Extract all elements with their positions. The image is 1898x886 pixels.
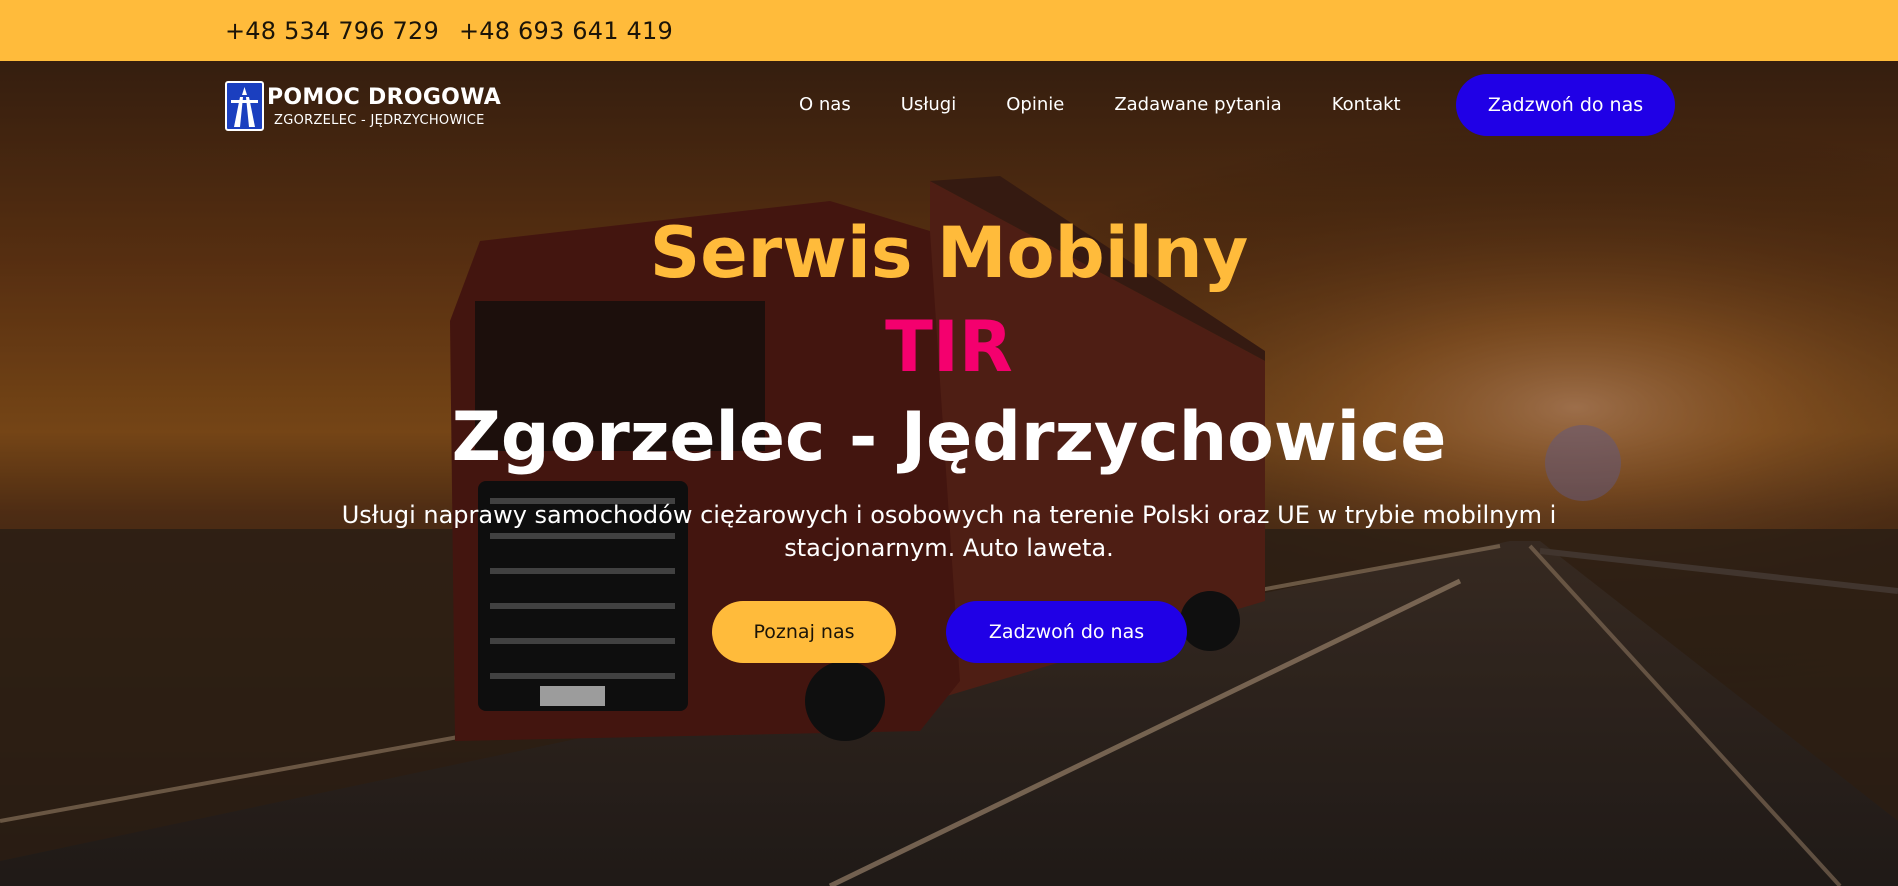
- top-contact-bar: +48 534 796 729 +48 693 641 419: [0, 0, 1898, 61]
- highway-sign-icon: [225, 81, 264, 131]
- phone-link-1[interactable]: +48 534 796 729: [225, 17, 439, 45]
- nav-call-button[interactable]: Zadzwoń do nas: [1456, 74, 1675, 136]
- logo-subtitle: ZGORZELEC - JĘDRZYCHOWICE: [274, 112, 485, 128]
- nav-menu: O nas Usługi Opinie Zadawane pytania Kon…: [799, 94, 1401, 115]
- hero-title-line-2: TIR: [885, 306, 1013, 388]
- nav-item-o-nas[interactable]: O nas: [799, 94, 851, 115]
- logo-title: POMOC DROGOWA: [267, 84, 502, 110]
- nav-item-faq[interactable]: Zadawane pytania: [1114, 94, 1281, 115]
- hero-title-line-1: Serwis Mobilny: [649, 212, 1249, 294]
- hero-call-button[interactable]: Zadzwoń do nas: [946, 601, 1187, 663]
- nav-item-opinie[interactable]: Opinie: [1006, 94, 1064, 115]
- nav-item-kontakt[interactable]: Kontakt: [1332, 94, 1401, 115]
- phone-link-2[interactable]: +48 693 641 419: [459, 17, 673, 45]
- site-logo[interactable]: POMOC DROGOWA ZGORZELEC - JĘDRZYCHOWICE: [225, 81, 501, 131]
- nav-item-uslugi[interactable]: Usługi: [901, 94, 957, 115]
- about-us-button[interactable]: Poznaj nas: [712, 601, 896, 663]
- hero-title-line-3: Zgorzelec - Jędrzychowice: [451, 398, 1447, 477]
- hero-description: Usługi naprawy samochodów ciężarowych i …: [341, 501, 1557, 562]
